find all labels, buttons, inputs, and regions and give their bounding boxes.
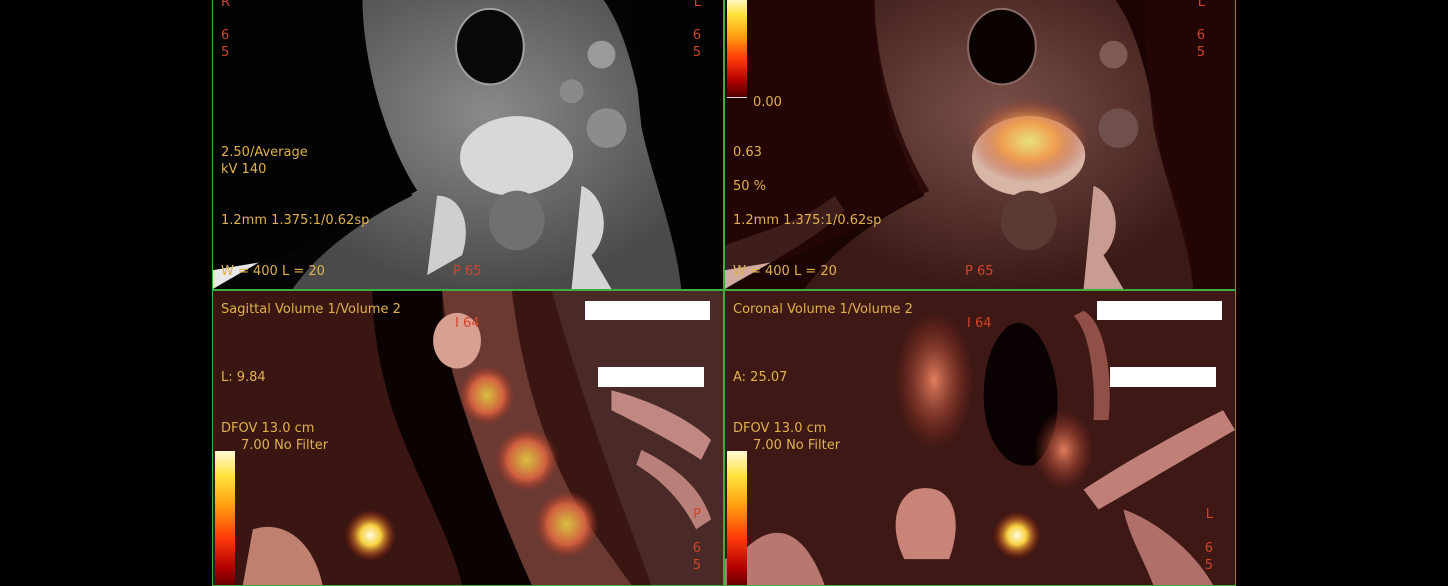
right-scale-label-2: 5 bbox=[1196, 45, 1205, 60]
right-scale-label-1: 6 bbox=[1204, 541, 1213, 556]
sagittal-viewport[interactable]: Sagittal Volume 1/Volume 2 I 64 L: 9.84 … bbox=[212, 290, 724, 586]
window-level-label: W = 400 L = 20 bbox=[221, 264, 325, 279]
recon-label: 1.2mm 1.375:1/0.62sp bbox=[221, 213, 370, 228]
top-orientation-label: I 64 bbox=[455, 316, 480, 331]
recon-label: 1.2mm 1.375:1/0.62sp bbox=[733, 213, 882, 228]
right-orientation-label: L bbox=[1205, 507, 1213, 522]
redaction-box-1 bbox=[585, 301, 710, 320]
orientation-label-right: L bbox=[693, 0, 701, 10]
suv-colorbar bbox=[727, 451, 747, 585]
colorbar-min-label: 0.00 bbox=[753, 95, 782, 110]
bottom-orientation-label: P 65 bbox=[965, 264, 994, 279]
colorbar-min-tick bbox=[727, 97, 747, 98]
suv-colorbar bbox=[215, 451, 235, 585]
right-orientation-label: P bbox=[693, 507, 701, 522]
coronal-viewport[interactable]: Coronal Volume 1/Volume 2 I 64 A: 25.07 … bbox=[724, 290, 1236, 586]
right-scale-label-1: 6 bbox=[692, 28, 701, 43]
left-scale-label-1: 6 bbox=[221, 28, 230, 43]
filter-label: 7.00 No Filter bbox=[753, 438, 841, 453]
orientation-label-right: L bbox=[1197, 0, 1205, 10]
right-scale-label-2: 5 bbox=[1204, 558, 1213, 573]
right-scale-label-1: 6 bbox=[692, 541, 701, 556]
orientation-label-left: R bbox=[221, 0, 231, 10]
redaction-box-1 bbox=[1097, 301, 1222, 320]
axial-fused-viewport[interactable]: L 6 5 0.00 0.63 50 % 1.2mm 1.375:1/0.62s… bbox=[724, 0, 1236, 290]
slice-thickness-label: 2.50/Average bbox=[221, 145, 308, 160]
viewport-title: Sagittal Volume 1/Volume 2 bbox=[221, 302, 401, 317]
suv-value-label: 0.63 bbox=[733, 145, 762, 160]
right-scale-label-2: 5 bbox=[692, 558, 701, 573]
blend-label: 50 % bbox=[733, 179, 767, 194]
slice-position-label: L: 9.84 bbox=[221, 370, 266, 385]
filter-label: 7.00 No Filter bbox=[241, 438, 329, 453]
redaction-box-2 bbox=[598, 367, 704, 387]
kv-label: kV 140 bbox=[221, 162, 267, 177]
dfov-label: DFOV 13.0 cm bbox=[733, 421, 827, 436]
right-scale-label-2: 5 bbox=[692, 45, 701, 60]
dfov-label: DFOV 13.0 cm bbox=[221, 421, 315, 436]
bottom-orientation-label: P 65 bbox=[453, 264, 482, 279]
suv-colorbar bbox=[727, 0, 747, 97]
top-orientation-label: I 64 bbox=[967, 316, 992, 331]
slice-position-label: A: 25.07 bbox=[733, 370, 788, 385]
viewport-title: Coronal Volume 1/Volume 2 bbox=[733, 302, 913, 317]
axial-ct-viewport[interactable]: R L 6 5 6 5 2.50/Average kV 140 1.2mm 1.… bbox=[212, 0, 724, 290]
left-scale-label-2: 5 bbox=[221, 45, 230, 60]
right-scale-label-1: 6 bbox=[1196, 28, 1205, 43]
axial-fused-image bbox=[725, 0, 1235, 289]
window-level-label: W = 400 L = 20 bbox=[733, 264, 837, 279]
pet-ct-viewer: R L 6 5 6 5 2.50/Average kV 140 1.2mm 1.… bbox=[0, 0, 1448, 586]
redaction-box-2 bbox=[1110, 367, 1216, 387]
